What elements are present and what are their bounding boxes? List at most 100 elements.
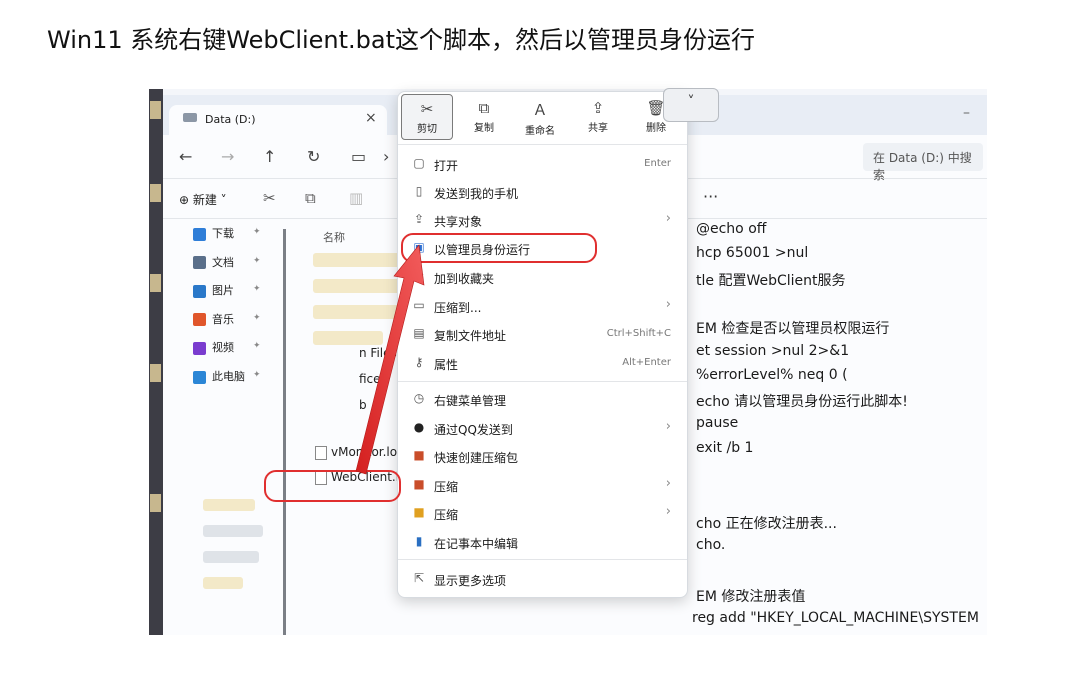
code-line: echo 请以管理员身份运行此脚本! — [696, 394, 908, 411]
tab-data-drive[interactable]: Data (D:) × — [169, 105, 387, 135]
menu-item-menu-manager[interactable]: ◷ 右键菜单管理 — [406, 386, 681, 412]
drive-icon — [183, 113, 197, 122]
menu-item-archive[interactable]: ■ 快速创建压缩包 — [406, 443, 681, 469]
search-input[interactable]: 在 Data (D:) 中搜索 — [863, 143, 983, 182]
caption-title: Win11 系统右键WebClient.bat这个脚本，然后以管理员身份运行 — [47, 26, 756, 54]
menu-item-zip-color[interactable]: ■ 压缩 › — [406, 500, 681, 526]
menu-divider — [398, 381, 687, 382]
cut-icon: ✂ — [420, 100, 434, 118]
file-name: fice — [359, 372, 381, 386]
desktop-file-icon — [150, 274, 161, 292]
desktop-file-icon — [150, 364, 161, 382]
picture-icon — [193, 284, 206, 298]
rename-button[interactable]: Ａ 重命名 — [514, 94, 566, 140]
file-item[interactable]: b — [359, 398, 367, 412]
navigation-pane: 下载 ✦ 文档 ✦ 图片 ✦ 音乐 ✦ 视频 ✦ 此电脑 ✦ — [163, 219, 273, 635]
rename-icon: Ａ — [532, 101, 548, 119]
code-line: exit /b 1 — [696, 439, 754, 456]
more-options-icon[interactable]: ··· — [703, 187, 718, 206]
tab-close-button[interactable]: × — [365, 110, 377, 126]
scrollbar[interactable] — [283, 229, 286, 635]
menu-item-properties[interactable]: ⚷ 属性 Alt+Enter — [406, 350, 681, 376]
submenu-chevron-icon: › — [665, 297, 671, 312]
new-button[interactable]: ⊕ 新建 ˅ — [179, 191, 227, 208]
file-name: n Files — [359, 346, 397, 360]
menu-item-shortcut: Alt+Enter — [622, 357, 671, 368]
code-line: EM 修改注册表值 — [696, 588, 806, 605]
blurred-item — [203, 499, 255, 511]
compress-icon: ▭ — [413, 298, 425, 312]
archive-icon: ■ — [413, 448, 425, 462]
blurred-item — [203, 577, 243, 589]
menu-item-label: 加到收藏夹 — [434, 272, 495, 286]
menu-item-compress[interactable]: ▭ 压缩到... › — [406, 293, 681, 319]
code-line: et session >nul 2>&1 — [696, 342, 850, 359]
tab-title: Data (D:) — [205, 113, 256, 126]
sidebar-item-0[interactable]: 下载 ✦ — [193, 225, 261, 245]
menu-item-open[interactable]: ▢ 打开 Enter — [406, 151, 681, 177]
menu-item-notepad[interactable]: ▮ 在记事本中编辑 — [406, 529, 681, 555]
pin-icon: ✦ — [253, 284, 261, 295]
sidebar-item-3[interactable]: 音乐 ✦ — [193, 311, 261, 331]
highlight-run-as-admin — [401, 233, 597, 263]
copy-icon: ⧉ — [478, 99, 490, 117]
pin-icon: ✦ — [253, 341, 261, 352]
sidebar-item-label: 图片 — [212, 284, 234, 298]
menu-item-phone[interactable]: ▯ 发送到我的手机 — [406, 179, 681, 205]
file-item[interactable]: fice — [359, 372, 381, 386]
copy-button[interactable]: ⧉ 复制 — [458, 94, 510, 140]
context-menu: ✂ 剪切 ⧉ 复制 Ａ 重命名 ⇪ 共享 🗑 删除 ▢ 打开 Enter ▯ 发送到我的手机 ⇪ 共享对象 › ▣ 以… — [397, 91, 688, 598]
up-arrow-icon[interactable]: ↑ — [263, 147, 276, 166]
menu-item-copy-path[interactable]: ▤ 复制文件地址 Ctrl+Shift+C — [406, 321, 681, 347]
properties-icon: ⚷ — [414, 355, 424, 369]
sidebar-item-label: 此电脑 — [212, 370, 245, 383]
back-arrow-icon[interactable]: ← — [179, 147, 192, 166]
code-line: %errorLevel% neq 0 ( — [696, 366, 848, 383]
chevron-down-icon[interactable]: ˅ — [663, 88, 719, 122]
share-button[interactable]: ⇪ 共享 — [572, 94, 624, 140]
submenu-chevron-icon: › — [665, 476, 671, 491]
notepad-icon: ▮ — [415, 534, 423, 548]
sidebar-item-5[interactable]: 此电脑 ✦ — [193, 368, 261, 388]
desktop-file-icon — [150, 184, 161, 202]
menu-item-label: 发送到我的手机 — [434, 187, 519, 201]
share-icon: ⇪ — [591, 99, 605, 117]
code-line: cho. — [696, 536, 726, 553]
qq-icon: ● — [413, 420, 425, 434]
copy-icon[interactable]: ⧉ — [305, 189, 316, 207]
file-item[interactable]: n Files — [359, 346, 397, 360]
code-preview-pane: @echo off hcp 65001 >nul tle 配置WebClient服务… — [690, 219, 987, 635]
sidebar-item-1[interactable]: 文档 ✦ — [193, 254, 261, 274]
menu-item-more-options[interactable]: ⇱ 显示更多选项 — [406, 566, 681, 592]
menu-item-label: 复制文件地址 — [434, 329, 507, 343]
sidebar-item-4[interactable]: 视频 ✦ — [193, 339, 261, 359]
menu-item-label: 显示更多选项 — [434, 574, 507, 588]
menu-item-shortcut: Enter — [644, 158, 671, 169]
breadcrumb-chevron-icon[interactable]: › — [383, 147, 389, 166]
menu-item-zip[interactable]: ■ 压缩 › — [406, 472, 681, 498]
refresh-icon[interactable]: ↻ — [307, 147, 320, 166]
menu-item-qq[interactable]: ● 通过QQ发送到 › — [406, 415, 681, 441]
menu-divider — [398, 144, 687, 145]
star-icon: ☆ — [413, 269, 425, 283]
menu-item-label: 压缩 — [434, 508, 459, 522]
code-line: reg add "HKEY_LOCAL_MACHINE\SYSTEM — [692, 609, 979, 626]
sidebar-item-2[interactable]: 图片 ✦ — [193, 282, 261, 302]
menu-item-share-with[interactable]: ⇪ 共享对象 › — [406, 207, 681, 233]
this-pc-icon[interactable]: ▭ — [351, 147, 366, 166]
forward-arrow-icon[interactable]: → — [221, 147, 234, 166]
menu-item-star[interactable]: ☆ 加到收藏夹 — [406, 264, 681, 290]
file-name: b — [359, 398, 367, 412]
phone-icon: ▯ — [415, 184, 423, 198]
column-header-name[interactable]: 名称 — [323, 229, 345, 245]
cut-button[interactable]: ✂ 剪切 — [401, 94, 453, 140]
cut-icon[interactable]: ✂ — [263, 189, 276, 207]
code-line: tle 配置WebClient服务 — [696, 272, 846, 289]
file-item[interactable]: vMonitor.log — [315, 445, 405, 460]
paste-icon[interactable]: ▥ — [349, 189, 363, 207]
pin-icon: ✦ — [253, 370, 261, 380]
action-label: 重命名 — [525, 126, 555, 137]
zip-icon: ■ — [413, 477, 425, 491]
blurred-item — [313, 253, 403, 267]
minimize-button[interactable]: – — [963, 105, 970, 121]
